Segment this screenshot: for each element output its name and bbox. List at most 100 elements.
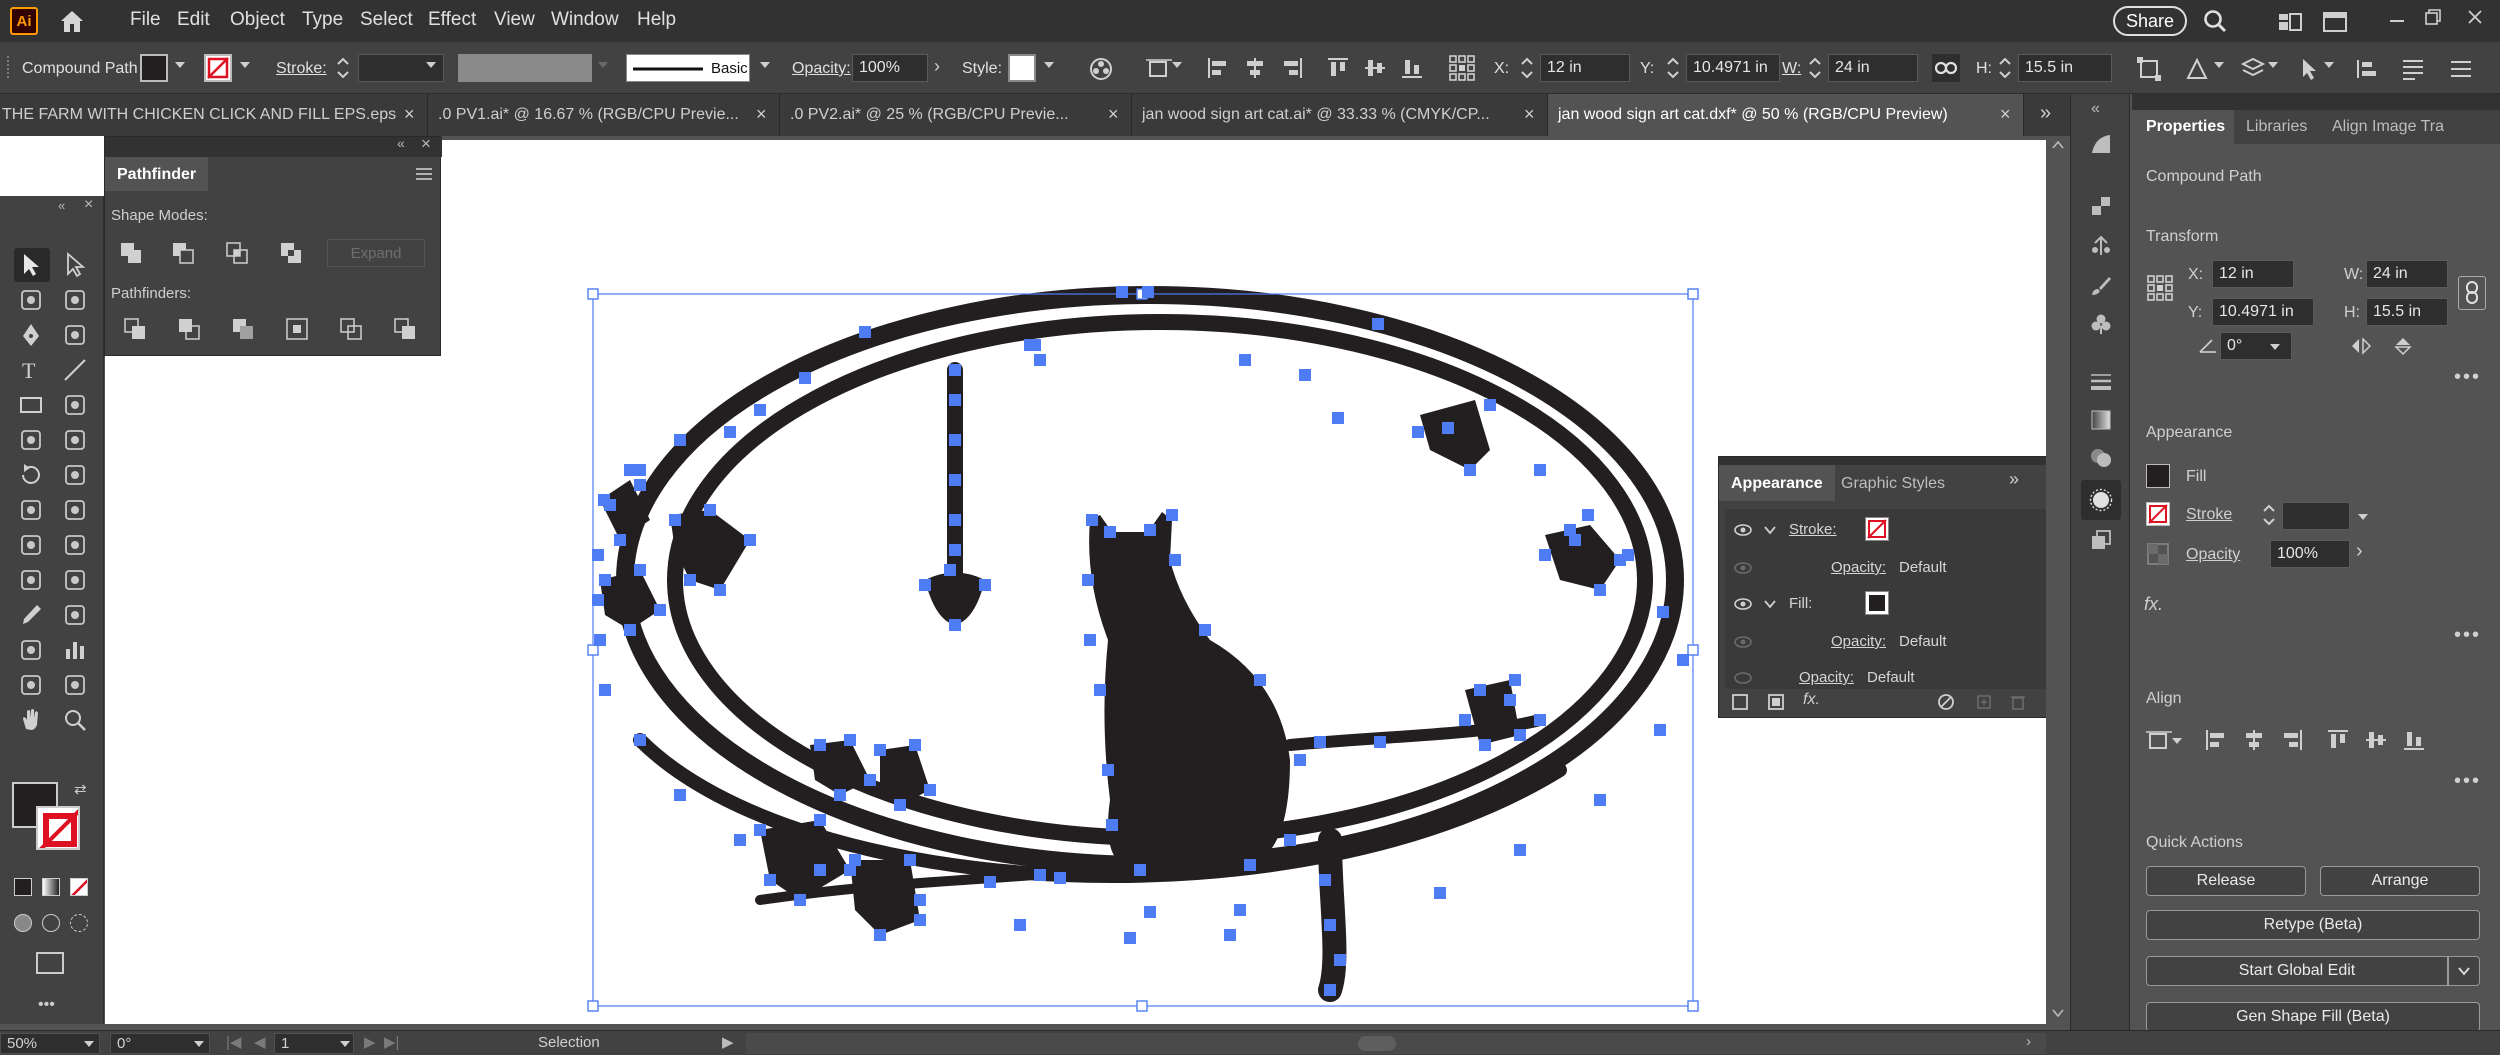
anchor-point[interactable] [1474,684,1486,696]
restore-icon[interactable] [2424,8,2442,26]
menu-help[interactable]: Help [637,9,676,31]
anchor-point[interactable] [844,734,856,746]
pen-tool-icon[interactable] [18,322,44,348]
anchor-point[interactable] [909,739,921,751]
last-artboard-icon[interactable]: ▶| [384,1033,399,1051]
arrange-button[interactable]: Arrange [2320,866,2480,896]
fill-row-label[interactable]: Fill: [1789,595,1812,612]
h-stepper[interactable] [1998,55,2012,81]
select-similar-dropdown-icon[interactable] [2324,62,2334,68]
menu-file[interactable]: File [130,9,161,31]
prop-stroke-weight-field[interactable] [2282,502,2350,530]
close-panel-icon[interactable]: × [421,134,431,154]
transparency-panel-icon[interactable] [2089,194,2113,218]
anchor-point[interactable] [1504,694,1516,706]
anchor-point[interactable] [1169,554,1181,566]
anchor-point[interactable] [914,894,926,906]
close-window-icon[interactable] [2466,8,2484,26]
menu-object[interactable]: Object [230,9,285,31]
paragraph-icon[interactable] [2400,56,2426,82]
symbols-club-icon[interactable] [2089,312,2113,336]
close-tab-icon[interactable]: × [2000,104,2011,125]
collapse-dock-icon[interactable]: « [2091,100,2100,118]
align-left-icon[interactable] [1206,56,1230,80]
symbols-panel-icon[interactable] [2089,234,2113,258]
add-effect-fx[interactable]: fx. [1803,691,1820,709]
anchor-point[interactable] [1657,606,1669,618]
trim-icon[interactable] [177,317,201,341]
stroke-weight-stepper[interactable] [336,55,350,81]
anchor-point[interactable] [1029,339,1041,351]
prop-align-middle-icon[interactable] [2364,728,2388,752]
rotate-dropdown-icon[interactable] [2270,344,2280,350]
menu-type[interactable]: Type [302,9,343,31]
exclude-icon[interactable] [279,241,303,265]
anchor-point[interactable] [1464,464,1476,476]
anchor-point[interactable] [734,834,746,846]
scroll-up-icon[interactable] [2052,140,2064,150]
type-tool-icon[interactable]: T [18,357,44,383]
anchor-point[interactable] [859,326,871,338]
menu-window[interactable]: Window [551,9,619,31]
prop-y-field[interactable]: 10.4971 in [2212,298,2314,326]
anchor-point[interactable] [1054,872,1066,884]
document-tab-active[interactable]: jan wood sign art cat.dxf* @ 50 % (RGB/C… [1548,94,2024,136]
anchor-point[interactable] [614,534,626,546]
stroke-color-box[interactable] [36,806,80,850]
gradient-swatch-icon[interactable] [2089,408,2113,432]
anchor-point[interactable] [1224,929,1236,941]
anchor-point[interactable] [744,534,756,546]
outline-icon[interactable] [339,317,363,341]
tab-libraries[interactable]: Libraries [2246,118,2307,136]
anchor-point[interactable] [1324,919,1336,931]
align-to-dropdown-icon[interactable] [1172,62,1182,68]
anchor-point[interactable] [814,864,826,876]
panel-menu-icon[interactable] [415,167,433,181]
anchor-point[interactable] [1144,906,1156,918]
workspace-switcher-icon[interactable] [2278,12,2302,32]
gradient-panel-icon[interactable] [2089,132,2113,156]
change-screen-mode-icon[interactable] [36,952,64,974]
next-artboard-icon[interactable]: ▶ [364,1033,376,1051]
tab-align[interactable]: Align [2332,118,2368,136]
anchor-point[interactable] [894,799,906,811]
first-artboard-icon[interactable]: |◀ [226,1033,241,1051]
align-to-icon[interactable] [1146,56,1172,80]
anchor-point[interactable] [1034,869,1046,881]
anchor-point[interactable] [1442,422,1454,434]
align-horizontal-center-icon[interactable] [1243,56,1267,80]
magic-wand-tool-icon[interactable] [18,287,44,313]
expand-button[interactable]: Expand [327,239,425,267]
prop-align-to-dropdown-icon[interactable] [2172,738,2182,744]
anchor-point[interactable] [594,634,606,646]
line-tool-icon[interactable] [62,357,88,383]
anchor-point[interactable] [1534,714,1546,726]
swap-fill-stroke-icon[interactable]: ⇄ [74,780,87,798]
align-right-icon[interactable] [1280,56,1304,80]
opacity-field[interactable]: 100% [852,54,928,82]
anchor-point[interactable] [598,494,610,506]
document-tab[interactable]: THE FARM WITH CHICKEN CLICK AND FILL EPS… [0,94,428,136]
anchor-point[interactable] [1134,864,1146,876]
anchor-point[interactable] [1614,554,1626,566]
add-new-stroke-icon[interactable] [1731,693,1749,711]
prop-add-effect-fx[interactable]: fx. [2144,594,2163,615]
arrange-documents-icon[interactable] [2323,12,2347,32]
anchor-point[interactable] [1434,887,1446,899]
anchor-point[interactable] [1124,932,1136,944]
anchor-point[interactable] [984,876,996,888]
more-appearance-options[interactable]: ••• [2454,624,2481,647]
align-bottom-icon[interactable] [1400,56,1424,80]
close-tab-icon[interactable]: × [756,104,767,125]
control-bar-menu-icon[interactable] [2448,56,2474,82]
fill-stroke-widget[interactable]: ⇄ [12,780,92,852]
tab-image-trace[interactable]: Image Tra [2372,118,2444,136]
anchor-point[interactable] [949,544,961,556]
slice-tool-icon[interactable] [62,672,88,698]
anchor-point[interactable] [949,364,961,376]
fill-opacity-label[interactable]: Opacity: [1831,633,1886,650]
draw-normal-icon[interactable] [14,914,32,932]
anchor-point[interactable] [924,784,936,796]
anchor-point[interactable] [979,579,991,591]
transparency-circles-icon[interactable] [2089,446,2113,470]
